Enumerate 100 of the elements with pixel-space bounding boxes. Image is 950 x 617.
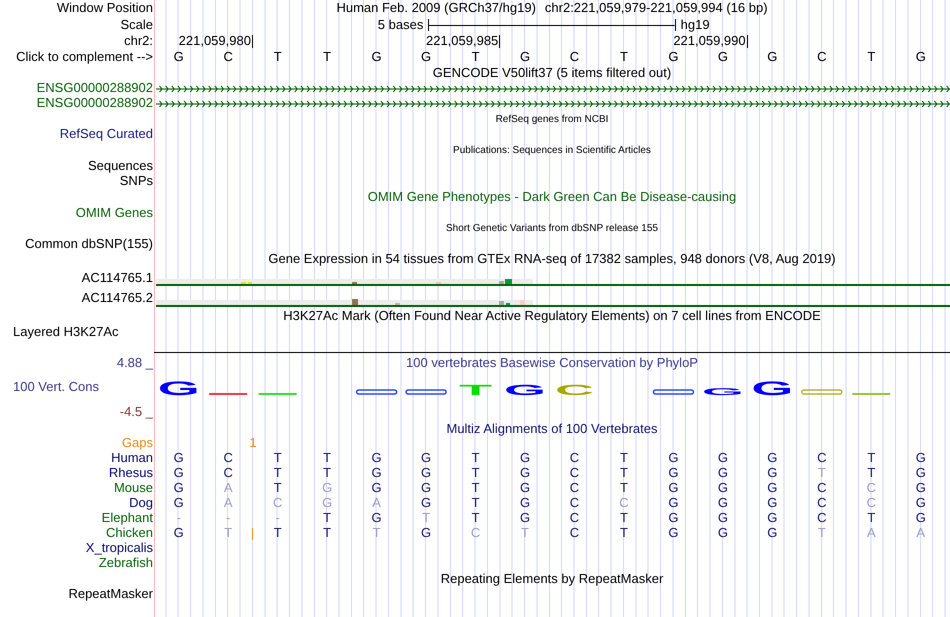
gene-feature[interactable] [154,84,950,94]
aligned-base: T [818,526,826,541]
aligned-base: T [472,481,480,496]
aligned-base: G [174,451,184,466]
aligned-base: G [421,466,432,481]
aligned-base: C [570,526,580,541]
aligned-base: C [866,481,876,496]
track-label[interactable]: Sequences [88,159,153,174]
track-title: GENCODE V50lift37 (5 items filtered out) [432,66,672,80]
aligned-base: C [470,526,480,541]
aligned-base: G [916,481,926,496]
track-title: RefSeq genes from NCBI [496,114,608,124]
sequence-base: T [867,50,876,65]
gene-label[interactable]: ENSG00000288902 [36,96,153,111]
aligned-base: G [421,451,432,466]
aligned-base: C [570,466,580,481]
aligned-base: G [668,466,678,481]
aligned-base: G [718,496,728,511]
aligned-base: - [176,511,181,526]
aligned-base: T [274,466,282,481]
sequence-base: G [421,50,432,65]
track-label[interactable]: RepeatMasker [68,587,153,602]
aligned-base: T [620,451,628,466]
ruler-tick [252,34,253,48]
aligned-base: T [323,511,332,526]
aligned-base: G [421,481,432,496]
row-label: chr2: [124,34,153,49]
species-label[interactable]: Rhesus [108,466,153,481]
aligned-base: G [520,451,530,466]
sequence-base: G [767,50,778,65]
aligned-base: G [718,526,728,541]
assembly-title: Human Feb. 2009 (GRCh37/hg19) [336,0,536,16]
track-label[interactable]: OMIM Genes [76,206,153,220]
aligned-base: G [916,451,926,466]
aligned-base: T [472,451,480,466]
track-title: Publications: Sequences in Scientific Articles [453,145,651,156]
track-label[interactable]: AC114765.2 [82,290,153,306]
aligned-base: G [767,451,778,466]
aligned-base: T [274,481,282,496]
species-label[interactable]: Elephant [102,511,153,526]
aligned-base: A [224,481,233,496]
track-title: Multiz Alignments of 100 Vertebrates [446,422,658,436]
aligned-base: - [276,511,280,526]
aligned-base: C [224,451,233,466]
track-title: OMIM Gene Phenotypes - Dark Green Can Be Disease-causing [368,190,736,205]
track-title: Short Genetic Variants from dbSNP release 155 [446,223,658,234]
aligned-base: G [372,481,382,496]
sequence-base: G [916,50,926,65]
aligned-base: C [224,466,233,481]
aligned-base: G [767,481,778,496]
aligned-base: G [174,466,184,481]
aligned-base: C [272,496,282,511]
species-label[interactable]: X_tropicalis [86,541,153,556]
track-label[interactable]: RefSeq Curated [60,127,153,142]
aligned-base: A [224,496,233,511]
aligned-base: G [174,526,184,541]
aligned-base: G [767,526,778,541]
species-label[interactable]: Chicken [106,526,153,541]
track-label[interactable]: AC114765.1 [82,270,153,286]
sequence-base: G [372,50,382,65]
aligned-base: T [323,526,332,541]
aligned-base: G [718,466,728,481]
ruler-position: 221,059,985 [426,34,498,49]
species-label[interactable]: Mouse [114,481,153,496]
track-label[interactable]: Layered H3K27Ac [13,325,119,340]
gene-feature[interactable] [154,98,950,108]
track-label[interactable]: Common dbSNP(155) [25,237,153,252]
logo-letter: C [555,382,594,398]
aligned-base: T [867,451,876,466]
species-label[interactable]: Dog [129,496,153,511]
aligned-base: T [422,511,430,526]
aligned-base: G [668,481,678,496]
aligned-base: G [668,451,678,466]
species-label[interactable]: Human [111,451,153,466]
aligned-base: T [867,466,876,481]
complement-link[interactable]: Click to complement --> [16,50,153,65]
aligned-base: G [322,496,332,511]
aligned-base: T [867,511,876,526]
aligned-base: G [916,496,926,511]
track-label[interactable]: 100 Vert. Cons [13,380,99,394]
aligned-base: G [767,496,778,511]
aligned-base: C [570,511,580,526]
track-label[interactable]: SNPs [120,174,153,188]
gene-label[interactable]: ENSG00000288902 [36,81,153,96]
aligned-base: G [421,496,432,511]
aligned-base: T [620,481,628,496]
aligned-base: T [323,451,332,466]
aligned-base: T [472,466,480,481]
aligned-base: G [372,511,382,526]
aligned-base: G [520,496,530,511]
track-title: H3K27Ac Mark (Often Found Near Active Regulatory Elements) on 7 cell lines from ENCODE [283,309,821,324]
aligned-base: C [817,511,827,526]
aligned-base: G [322,481,332,496]
species-label[interactable]: Zebrafish [98,556,153,571]
logo-letter: G [702,386,744,398]
aligned-base: G [520,511,530,526]
assembly-label: hg19 [680,17,710,32]
aligned-base: C [817,451,827,466]
aligned-base: C [570,496,580,511]
aligned-base: C [817,481,827,496]
